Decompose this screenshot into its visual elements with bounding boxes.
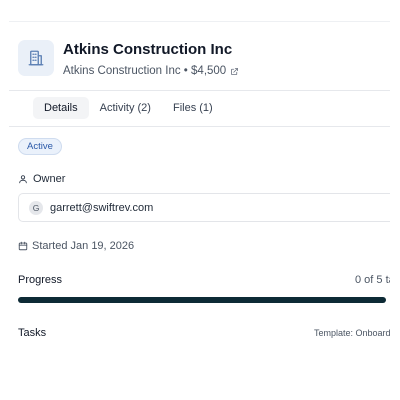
tab-details[interactable]: Details [33,97,89,119]
user-icon [19,175,27,184]
tasks-label: Tasks [18,327,47,339]
owner-label: Owner [18,173,65,185]
avatar: G [29,200,43,215]
owner-field[interactable]: G garrett@swiftrev.com [18,193,390,222]
owner-email: garrett@swiftrev.com [50,201,154,214]
external-link-icon[interactable] [230,67,239,76]
header-divider [9,90,390,91]
owner-label-text: Owner [33,173,66,185]
calendar-icon [18,241,28,251]
tabs-divider [9,126,390,127]
progress-count: 0 of 5 ta [355,274,390,286]
page-title: Atkins Construction Inc [63,41,233,58]
tab-files[interactable]: Files (1) [162,97,224,119]
building-icon [28,50,44,66]
progress-label: Progress [18,274,63,286]
record-subtitle: Atkins Construction Inc • $4,500 [63,65,227,77]
progress-bar [18,297,386,303]
status-badge: Active [18,138,62,155]
start-date: Started Jan 19, 2026 [18,240,134,252]
company-logo [18,40,54,76]
tab-activity[interactable]: Activity (2) [89,97,162,119]
record-subtitle-link[interactable]: Atkins Construction Inc • $4,500 [63,65,239,77]
panel-top-border [9,21,390,22]
start-date-text: Started Jan 19, 2026 [32,240,135,252]
template-link[interactable]: Template: Onboardi [314,328,390,338]
tab-bar: Details Activity (2) Files (1) [33,97,224,119]
deal-detail-panel: Atkins Construction Inc Atkins Construct… [9,21,390,350]
